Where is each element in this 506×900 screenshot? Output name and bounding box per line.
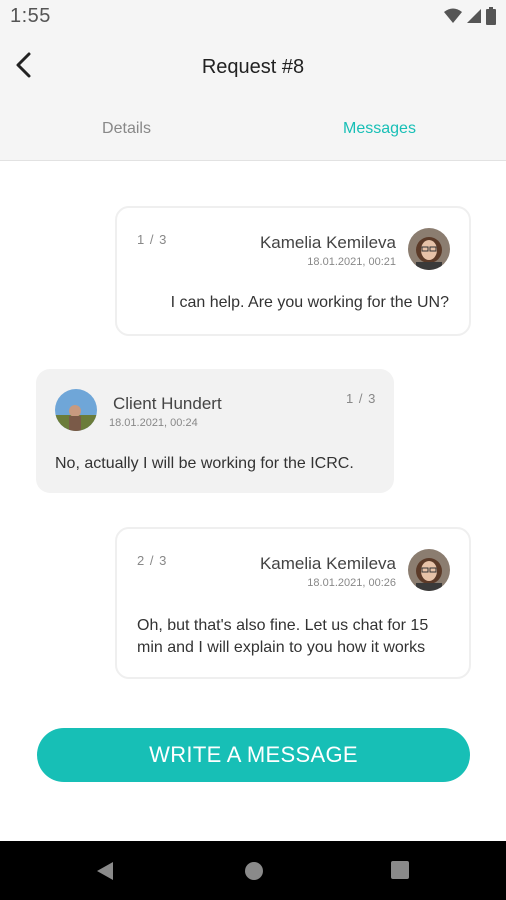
write-message-button[interactable]: WRITE A MESSAGE [37,728,470,782]
page-title: Request #8 [201,56,305,78]
message-outgoing: 1 / 3 Kamelia Kemileva 18.01.2021, 00:21… [115,206,471,336]
app-header: Request #8 Details Messages [0,34,506,161]
nav-recents-icon[interactable] [391,861,409,879]
nav-home-icon[interactable] [244,861,264,881]
message-date: 18.01.2021, 00:24 [109,417,198,429]
signal-icon [467,9,481,23]
android-nav-bar [0,841,506,900]
avatar [408,549,450,591]
sender-name: Kamelia Kemileva [259,233,396,252]
sender-name: Kamelia Kemileva [259,554,396,573]
message-outgoing: 2 / 3 Kamelia Kemileva 18.01.2021, 00:26… [115,527,471,679]
tab-messages[interactable]: Messages [253,120,506,138]
message-counter: 2 / 3 [137,553,168,568]
message-date: 18.01.2021, 00:26 [307,577,396,589]
sender-name: Client Hundert [113,394,222,413]
message-date: 18.01.2021, 00:21 [307,256,396,268]
nav-back-icon[interactable] [96,861,114,881]
message-text: I can help. Are you working for the UN? [170,294,449,311]
avatar [55,389,97,431]
avatar-kamelia-image [408,228,450,270]
status-time: 1:55 [10,5,51,27]
status-bar: 1:55 [0,0,506,34]
tab-details[interactable]: Details [0,120,253,138]
message-counter: 1 / 3 [137,232,168,247]
wifi-icon [444,8,462,23]
message-text: Oh, but that's also fine. Let us chat fo… [137,617,429,656]
message-incoming: Client Hundert 18.01.2021, 00:24 1 / 3 N… [36,369,394,493]
message-counter: 1 / 3 [346,391,377,406]
battery-icon [486,7,496,25]
avatar-client-image [55,389,97,431]
avatar-kamelia-image [408,549,450,591]
message-text: No, actually I will be working for the I… [55,455,354,472]
system-icons [444,7,496,25]
avatar [408,228,450,270]
